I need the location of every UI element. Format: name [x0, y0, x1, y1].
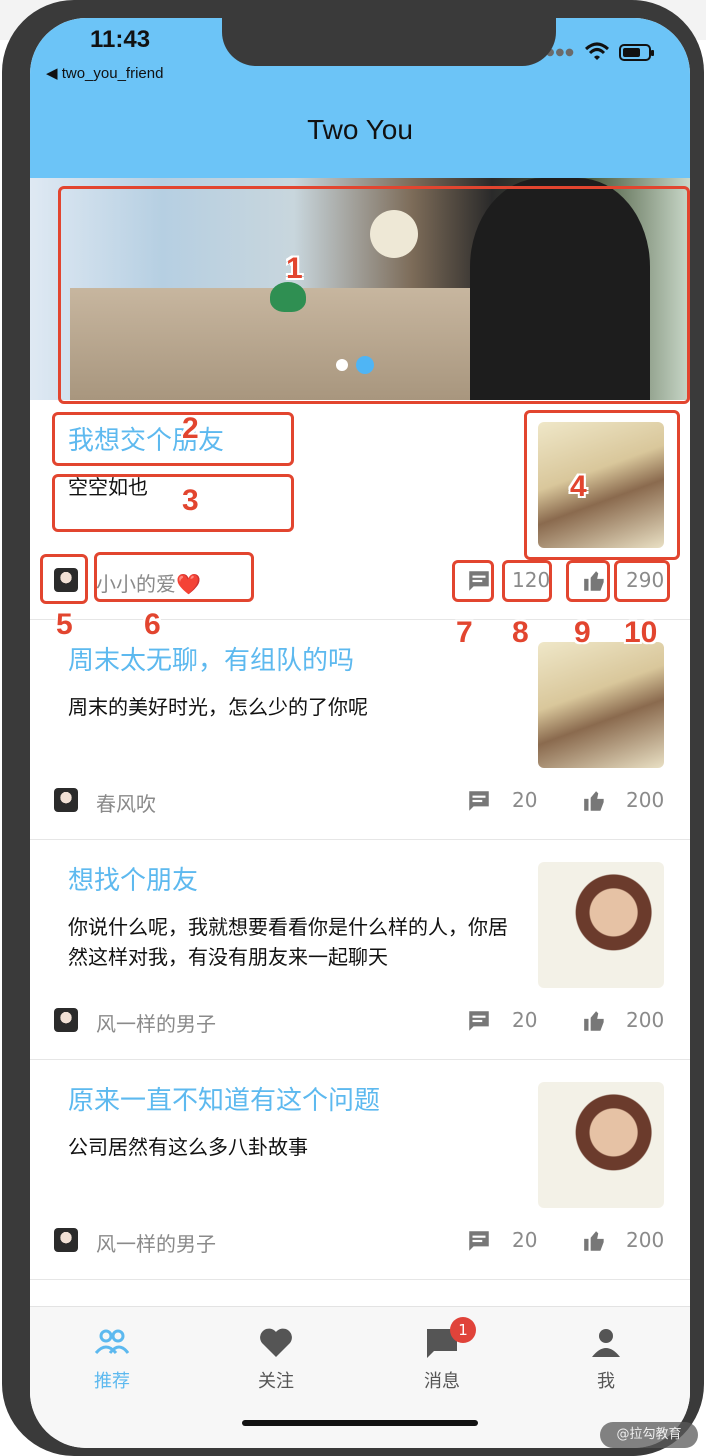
like-count: 200 — [626, 1008, 665, 1032]
annotation-number: 3 — [182, 484, 199, 517]
thumbs-up-icon[interactable] — [582, 1228, 608, 1254]
card-title[interactable]: 想找个朋友 — [68, 860, 508, 897]
card-footer: 春风吹 20 200 — [54, 788, 674, 816]
annotation-box-title — [52, 412, 294, 466]
annotation-number: 10 — [624, 616, 658, 649]
annotation-box-like-count — [614, 560, 670, 602]
annotation-box-banner — [58, 186, 690, 404]
annotation-box-avatar — [40, 554, 88, 604]
annotation-box-like-icon — [566, 560, 610, 602]
status-time: 11:43 — [90, 26, 151, 53]
comment-count: 20 — [512, 1008, 538, 1032]
card-thumbnail[interactable] — [538, 1082, 664, 1208]
tab-label: 我 — [597, 1371, 615, 1392]
author-name[interactable]: 春风吹 — [96, 788, 156, 817]
tab-label: 关注 — [258, 1371, 294, 1392]
card-title[interactable]: 周末太无聊，有组队的吗 — [68, 640, 508, 677]
annotation-number: 4 — [570, 470, 587, 503]
annotation-number: 5 — [56, 608, 73, 641]
avatar[interactable] — [54, 788, 78, 812]
card-footer: 风一样的男子 20 200 — [54, 1228, 674, 1256]
avatar[interactable] — [54, 1008, 78, 1032]
feed-card[interactable]: 周末太无聊，有组队的吗 周末的美好时光，怎么少的了你呢 春风吹 20 200 — [30, 620, 690, 840]
tab-label: 消息 — [424, 1371, 460, 1392]
tab-label: 推荐 — [94, 1371, 130, 1392]
card-description: 你说什么呢，我就想要看看你是什么样的人，你居然这样对我，有没有朋友来一起聊天 — [68, 915, 508, 969]
person-icon — [592, 1329, 620, 1357]
annotation-number: 2 — [182, 412, 199, 445]
feed-card[interactable]: 想找个朋友 你说什么呢，我就想要看看你是什么样的人，你居然这样对我，有没有朋友来… — [30, 840, 690, 1060]
card-footer: 风一样的男子 20 200 — [54, 1008, 674, 1036]
comment-icon[interactable] — [466, 788, 492, 814]
comment-icon[interactable] — [466, 1008, 492, 1034]
back-to-app-link[interactable]: ◀ two_you_friend — [46, 64, 163, 82]
like-count: 200 — [626, 1228, 665, 1252]
author-name[interactable]: 风一样的男子 — [96, 1008, 216, 1037]
avatar[interactable] — [54, 1228, 78, 1252]
heart-icon — [260, 1328, 292, 1357]
notch — [222, 18, 556, 66]
card-thumbnail[interactable] — [538, 642, 664, 768]
annotation-number: 6 — [144, 608, 161, 641]
comment-count: 20 — [512, 1228, 538, 1252]
tab-recommend[interactable]: 推荐 — [52, 1325, 172, 1393]
annotation-number: 9 — [574, 616, 591, 649]
like-count: 200 — [626, 788, 665, 812]
annotation-box-description — [52, 474, 294, 532]
unread-badge: 1 — [450, 1317, 476, 1343]
card-thumbnail[interactable] — [538, 862, 664, 988]
tab-messages[interactable]: 1 消息 — [382, 1317, 502, 1393]
annotation-number: 7 — [456, 616, 473, 649]
battery-icon — [618, 43, 654, 61]
annotation-box-author — [94, 552, 254, 602]
annotation-number: 8 — [512, 616, 529, 649]
bottom-tab-bar: 推荐 关注 1 消息 我 — [30, 1306, 690, 1448]
thumbs-up-icon[interactable] — [582, 788, 608, 814]
thumbs-up-icon[interactable] — [582, 1008, 608, 1034]
annotation-number: 1 — [286, 252, 303, 285]
watermark: @拉勾教育 — [600, 1422, 698, 1448]
annotation-box-thumbnail — [524, 410, 680, 560]
card-description: 周末的美好时光，怎么少的了你呢 — [68, 695, 368, 719]
home-indicator — [242, 1420, 478, 1426]
tab-me[interactable]: 我 — [546, 1325, 666, 1393]
annotation-box-comment-icon — [452, 560, 494, 602]
card-description: 公司居然有这么多八卦故事 — [68, 1135, 308, 1159]
card-title[interactable]: 原来一直不知道有这个问题 — [68, 1080, 508, 1117]
feed-card[interactable]: 原来一直不知道有这个问题 公司居然有这么多八卦故事 风一样的男子 20 200 — [30, 1060, 690, 1280]
page-title: Two You — [307, 114, 413, 145]
annotation-box-comment-count — [502, 560, 552, 602]
wifi-icon — [584, 42, 609, 60]
tab-follow[interactable]: 关注 — [216, 1325, 336, 1393]
comment-icon[interactable] — [466, 1228, 492, 1254]
group-icon — [94, 1329, 130, 1355]
author-name[interactable]: 风一样的男子 — [96, 1228, 216, 1257]
comment-count: 20 — [512, 788, 538, 812]
